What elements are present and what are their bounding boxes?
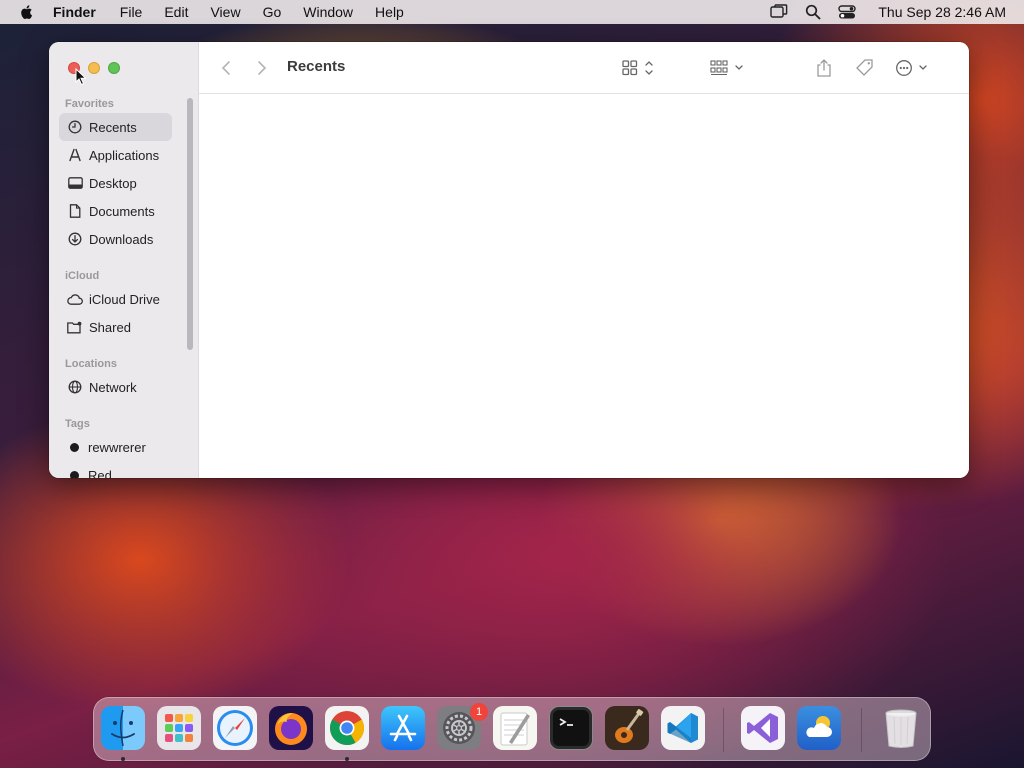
document-icon — [67, 203, 83, 219]
sidebar-item-label: iCloud Drive — [89, 291, 160, 307]
dock: 1 — [93, 697, 931, 761]
sidebar-item-downloads[interactable]: Downloads — [59, 225, 172, 253]
sidebar-item-label: Network — [89, 379, 137, 395]
app-store-icon[interactable] — [381, 706, 425, 750]
menu-edit[interactable]: Edit — [164, 4, 188, 20]
sidebar-item-label: Downloads — [89, 231, 154, 247]
forward-chevron-icon[interactable] — [257, 58, 267, 78]
cloud-icon — [67, 291, 83, 307]
menu-view[interactable]: View — [210, 4, 240, 20]
running-indicator — [345, 757, 349, 761]
group-by-icon[interactable] — [709, 58, 747, 78]
sidebar-scrollbar[interactable] — [187, 98, 193, 350]
menu-window[interactable]: Window — [303, 4, 353, 20]
sidebar-item-label: Desktop — [89, 175, 137, 191]
menu-bar: Finder File Edit View Go Window Help Thu… — [0, 0, 1024, 24]
menu-go[interactable]: Go — [263, 4, 282, 20]
menu-file[interactable]: File — [120, 4, 143, 20]
notification-badge: 1 — [470, 703, 488, 721]
dock-separator — [723, 708, 724, 752]
menu-clock[interactable]: Thu Sep 28 2:46 AM — [878, 4, 1006, 20]
share-icon[interactable] — [815, 58, 833, 78]
sidebar-item-desktop[interactable]: Desktop — [59, 169, 172, 197]
safari-icon[interactable] — [213, 706, 257, 750]
menu-app-name[interactable]: Finder — [53, 4, 96, 20]
menu-help[interactable]: Help — [375, 4, 404, 20]
shared-folder-icon — [67, 319, 83, 335]
sidebar-item-shared[interactable]: Shared — [59, 313, 172, 341]
chrome-icon[interactable] — [325, 706, 369, 750]
sidebar-section-favorites: Favorites — [65, 98, 114, 110]
tag-dot-icon — [70, 442, 79, 452]
sidebar-item-label: Red — [88, 467, 112, 479]
clock-icon — [67, 119, 83, 135]
sidebar-section-locations: Locations — [65, 358, 117, 370]
sidebar-item-tag-red[interactable]: Red — [59, 461, 172, 478]
tag-dot-icon — [70, 470, 79, 478]
mouse-pointer-icon — [75, 68, 87, 86]
dock-separator — [861, 708, 862, 752]
desktop-icon — [67, 175, 83, 191]
finder-sidebar: Favorites Recents Applications Desktop D… — [49, 42, 199, 478]
sidebar-item-label: Documents — [89, 203, 155, 219]
zoom-window-button[interactable] — [108, 62, 120, 74]
window-title: Recents — [287, 58, 346, 75]
view-mode-icon[interactable] — [621, 58, 657, 78]
sidebar-section-icloud: iCloud — [65, 270, 100, 282]
firefox-icon[interactable] — [269, 706, 313, 750]
launchpad-icon[interactable] — [157, 706, 201, 750]
sidebar-section-tags: Tags — [65, 418, 90, 430]
textedit-icon[interactable] — [493, 706, 537, 750]
sidebar-item-label: Recents — [89, 119, 137, 135]
back-chevron-icon[interactable] — [221, 58, 231, 78]
garageband-icon[interactable] — [605, 706, 649, 750]
visual-studio-icon[interactable] — [741, 706, 785, 750]
running-indicator — [121, 757, 125, 761]
sidebar-item-applications[interactable]: Applications — [59, 141, 172, 169]
tag-icon[interactable] — [855, 58, 875, 78]
trash-icon[interactable] — [879, 706, 923, 750]
sidebar-item-recents[interactable]: Recents — [59, 113, 172, 141]
finder-window: Favorites Recents Applications Desktop D… — [49, 42, 969, 478]
vscode-icon[interactable] — [661, 706, 705, 750]
sidebar-item-network[interactable]: Network — [59, 373, 172, 401]
control-center-icon[interactable] — [838, 3, 857, 21]
applications-icon — [67, 147, 83, 163]
sidebar-item-label: Shared — [89, 319, 131, 335]
screen-mirroring-icon[interactable] — [770, 3, 788, 21]
spotlight-search-icon[interactable] — [804, 3, 822, 21]
sidebar-item-label: rewwrerer — [88, 439, 146, 455]
weather-icon[interactable] — [797, 706, 841, 750]
globe-icon — [67, 379, 83, 395]
minimize-window-button[interactable] — [88, 62, 100, 74]
finder-icon[interactable] — [101, 706, 145, 750]
finder-toolbar: Recents — [199, 42, 969, 94]
download-icon — [67, 231, 83, 247]
apple-menu-icon[interactable] — [19, 4, 35, 20]
sidebar-item-documents[interactable]: Documents — [59, 197, 172, 225]
file-list-area[interactable] — [199, 95, 969, 478]
terminal-icon[interactable] — [549, 706, 593, 750]
sidebar-item-tag-rewwrerer[interactable]: rewwrerer — [59, 433, 172, 461]
more-actions-icon[interactable] — [895, 58, 931, 78]
sidebar-item-icloud-drive[interactable]: iCloud Drive — [59, 285, 172, 313]
sidebar-item-label: Applications — [89, 147, 160, 163]
